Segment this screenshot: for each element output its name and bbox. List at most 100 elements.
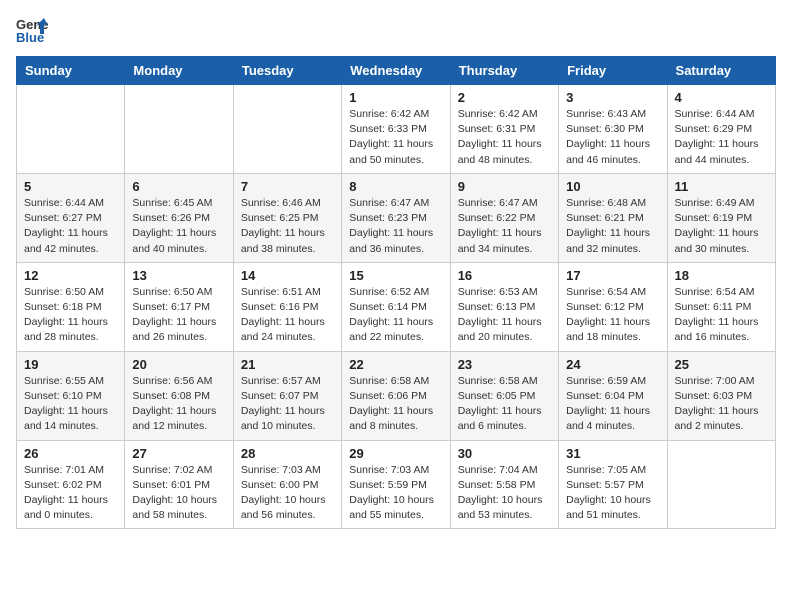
calendar-cell: 25 Sunrise: 7:00 AM Sunset: 6:03 PM Dayli… — [667, 351, 775, 440]
day-info: Sunrise: 6:54 AM Sunset: 6:11 PM Dayligh… — [675, 285, 768, 346]
day-number: 17 — [566, 268, 659, 283]
calendar-cell: 6 Sunrise: 6:45 AM Sunset: 6:26 PM Daylig… — [125, 173, 233, 262]
day-info: Sunrise: 6:52 AM Sunset: 6:14 PM Dayligh… — [349, 285, 442, 346]
col-header-monday: Monday — [125, 57, 233, 85]
day-number: 16 — [458, 268, 551, 283]
calendar-cell: 11Sunrise: 6:49 AM Sunset: 6:19 PM Dayli… — [667, 173, 775, 262]
calendar-cell: 15 Sunrise: 6:52 AM Sunset: 6:14 PM Dayli… — [342, 262, 450, 351]
day-number: 6 — [132, 179, 225, 194]
col-header-tuesday: Tuesday — [233, 57, 341, 85]
calendar-cell: 21 Sunrise: 6:57 AM Sunset: 6:07 PM Dayli… — [233, 351, 341, 440]
day-info: Sunrise: 6:58 AM Sunset: 6:05 PM Dayligh… — [458, 374, 551, 435]
day-info: Sunrise: 6:48 AM Sunset: 6:21 PM Dayligh… — [566, 196, 659, 257]
page-header: General Blue — [16, 16, 776, 44]
calendar-cell: 19 Sunrise: 6:55 AM Sunset: 6:10 PM Dayli… — [17, 351, 125, 440]
day-info: Sunrise: 7:00 AM Sunset: 6:03 PM Dayligh… — [675, 374, 768, 435]
day-number: 5 — [24, 179, 117, 194]
day-info: Sunrise: 6:43 AM Sunset: 6:30 PM Dayligh… — [566, 107, 659, 168]
calendar-cell: 12 Sunrise: 6:50 AM Sunset: 6:18 PM Dayli… — [17, 262, 125, 351]
calendar-cell: 14 Sunrise: 6:51 AM Sunset: 6:16 PM Dayli… — [233, 262, 341, 351]
calendar-cell: 5 Sunrise: 6:44 AM Sunset: 6:27 PM Daylig… — [17, 173, 125, 262]
svg-text:Blue: Blue — [16, 30, 44, 44]
day-info: Sunrise: 6:57 AM Sunset: 6:07 PM Dayligh… — [241, 374, 334, 435]
calendar-table: SundayMondayTuesdayWednesdayThursdayFrid… — [16, 56, 776, 529]
calendar-cell — [17, 85, 125, 174]
day-number: 31 — [566, 446, 659, 461]
day-number: 25 — [675, 357, 768, 372]
col-header-sunday: Sunday — [17, 57, 125, 85]
day-info: Sunrise: 6:59 AM Sunset: 6:04 PM Dayligh… — [566, 374, 659, 435]
day-number: 26 — [24, 446, 117, 461]
calendar-cell: 7Sunrise: 6:46 AM Sunset: 6:25 PM Daylig… — [233, 173, 341, 262]
col-header-thursday: Thursday — [450, 57, 558, 85]
col-header-friday: Friday — [559, 57, 667, 85]
day-number: 10 — [566, 179, 659, 194]
day-info: Sunrise: 6:58 AM Sunset: 6:06 PM Dayligh… — [349, 374, 442, 435]
day-number: 15 — [349, 268, 442, 283]
calendar-cell: 28 Sunrise: 7:03 AM Sunset: 6:00 PM Dayli… — [233, 440, 341, 529]
day-number: 18 — [675, 268, 768, 283]
day-number: 30 — [458, 446, 551, 461]
calendar-cell: 27 Sunrise: 7:02 AM Sunset: 6:01 PM Dayli… — [125, 440, 233, 529]
calendar-cell: 23 Sunrise: 6:58 AM Sunset: 6:05 PM Dayli… — [450, 351, 558, 440]
day-number: 11 — [675, 179, 768, 194]
day-info: Sunrise: 7:02 AM Sunset: 6:01 PM Dayligh… — [132, 463, 225, 524]
calendar-cell: 24 Sunrise: 6:59 AM Sunset: 6:04 PM Dayli… — [559, 351, 667, 440]
day-info: Sunrise: 6:51 AM Sunset: 6:16 PM Dayligh… — [241, 285, 334, 346]
day-info: Sunrise: 6:53 AM Sunset: 6:13 PM Dayligh… — [458, 285, 551, 346]
calendar-cell — [125, 85, 233, 174]
calendar-cell: 9 Sunrise: 6:47 AM Sunset: 6:22 PM Daylig… — [450, 173, 558, 262]
calendar-cell: 20 Sunrise: 6:56 AM Sunset: 6:08 PM Dayli… — [125, 351, 233, 440]
day-number: 14 — [241, 268, 334, 283]
day-number: 9 — [458, 179, 551, 194]
day-number: 23 — [458, 357, 551, 372]
day-info: Sunrise: 6:46 AM Sunset: 6:25 PM Dayligh… — [241, 196, 334, 257]
day-number: 28 — [241, 446, 334, 461]
day-number: 22 — [349, 357, 442, 372]
day-info: Sunrise: 6:50 AM Sunset: 6:17 PM Dayligh… — [132, 285, 225, 346]
day-info: Sunrise: 6:45 AM Sunset: 6:26 PM Dayligh… — [132, 196, 225, 257]
day-info: Sunrise: 6:42 AM Sunset: 6:33 PM Dayligh… — [349, 107, 442, 168]
logo: General Blue — [16, 16, 48, 44]
day-number: 29 — [349, 446, 442, 461]
col-header-saturday: Saturday — [667, 57, 775, 85]
day-info: Sunrise: 6:47 AM Sunset: 6:23 PM Dayligh… — [349, 196, 442, 257]
calendar-cell — [667, 440, 775, 529]
day-number: 12 — [24, 268, 117, 283]
day-number: 19 — [24, 357, 117, 372]
day-number: 8 — [349, 179, 442, 194]
day-number: 24 — [566, 357, 659, 372]
calendar-cell: 8 Sunrise: 6:47 AM Sunset: 6:23 PM Daylig… — [342, 173, 450, 262]
day-number: 27 — [132, 446, 225, 461]
day-number: 13 — [132, 268, 225, 283]
day-info: Sunrise: 7:01 AM Sunset: 6:02 PM Dayligh… — [24, 463, 117, 524]
calendar-cell: 26 Sunrise: 7:01 AM Sunset: 6:02 PM Dayli… — [17, 440, 125, 529]
day-number: 2 — [458, 90, 551, 105]
calendar-cell: 16 Sunrise: 6:53 AM Sunset: 6:13 PM Dayli… — [450, 262, 558, 351]
day-info: Sunrise: 6:55 AM Sunset: 6:10 PM Dayligh… — [24, 374, 117, 435]
logo-icon: General Blue — [16, 16, 48, 44]
calendar-cell: 22 Sunrise: 6:58 AM Sunset: 6:06 PM Dayli… — [342, 351, 450, 440]
calendar-cell: 18 Sunrise: 6:54 AM Sunset: 6:11 PM Dayli… — [667, 262, 775, 351]
day-info: Sunrise: 6:56 AM Sunset: 6:08 PM Dayligh… — [132, 374, 225, 435]
calendar-cell: 2 Sunrise: 6:42 AM Sunset: 6:31 PM Daylig… — [450, 85, 558, 174]
day-info: Sunrise: 6:42 AM Sunset: 6:31 PM Dayligh… — [458, 107, 551, 168]
calendar-cell: 30Sunrise: 7:04 AM Sunset: 5:58 PM Dayli… — [450, 440, 558, 529]
col-header-wednesday: Wednesday — [342, 57, 450, 85]
day-info: Sunrise: 6:44 AM Sunset: 6:29 PM Dayligh… — [675, 107, 768, 168]
calendar-cell: 4Sunrise: 6:44 AM Sunset: 6:29 PM Daylig… — [667, 85, 775, 174]
day-info: Sunrise: 7:03 AM Sunset: 6:00 PM Dayligh… — [241, 463, 334, 524]
day-number: 20 — [132, 357, 225, 372]
day-info: Sunrise: 6:47 AM Sunset: 6:22 PM Dayligh… — [458, 196, 551, 257]
calendar-cell: 1Sunrise: 6:42 AM Sunset: 6:33 PM Daylig… — [342, 85, 450, 174]
day-info: Sunrise: 7:05 AM Sunset: 5:57 PM Dayligh… — [566, 463, 659, 524]
calendar-cell: 13 Sunrise: 6:50 AM Sunset: 6:17 PM Dayli… — [125, 262, 233, 351]
calendar-cell: 29Sunrise: 7:03 AM Sunset: 5:59 PM Dayli… — [342, 440, 450, 529]
day-number: 21 — [241, 357, 334, 372]
calendar-cell: 3 Sunrise: 6:43 AM Sunset: 6:30 PM Daylig… — [559, 85, 667, 174]
day-number: 3 — [566, 90, 659, 105]
calendar-cell: 31 Sunrise: 7:05 AM Sunset: 5:57 PM Dayli… — [559, 440, 667, 529]
day-info: Sunrise: 6:50 AM Sunset: 6:18 PM Dayligh… — [24, 285, 117, 346]
day-info: Sunrise: 6:44 AM Sunset: 6:27 PM Dayligh… — [24, 196, 117, 257]
calendar-cell: 10 Sunrise: 6:48 AM Sunset: 6:21 PM Dayli… — [559, 173, 667, 262]
